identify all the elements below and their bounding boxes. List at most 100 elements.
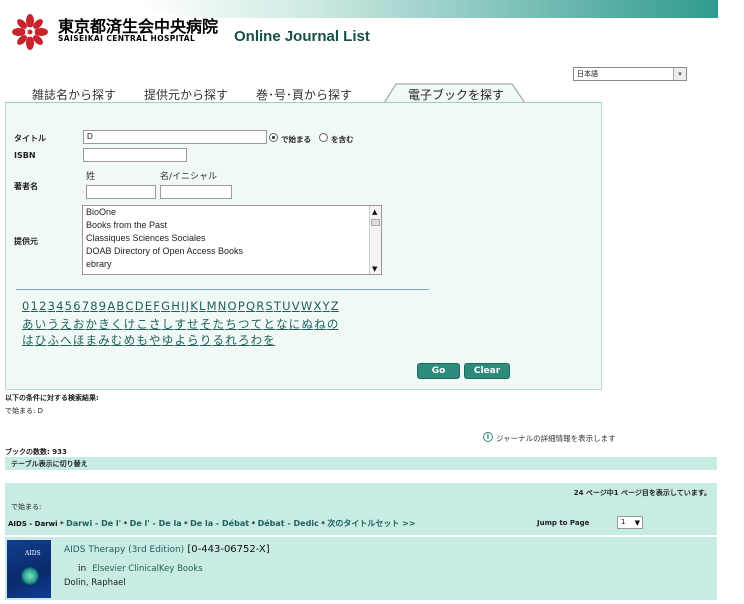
info-label[interactable]: ジャーナルの詳細情報を表示します [496, 433, 616, 444]
kana-link-15[interactable]: た [213, 317, 225, 331]
book-title-link[interactable]: AIDS Therapy (3rd Edition) [64, 545, 184, 555]
scroll-up-icon[interactable]: ▲ [372, 208, 377, 216]
kana-link-b-17[interactable]: ろ [238, 333, 250, 347]
kana-link-23[interactable]: ね [314, 317, 326, 331]
info-icon[interactable]: i [483, 432, 493, 442]
alpha-link-5[interactable]: 5 [65, 299, 73, 313]
kana-link-10[interactable]: さ [149, 317, 161, 331]
book-provider-link[interactable]: Elsevier ClinicalKey Books [92, 564, 203, 574]
kana-link-b-11[interactable]: ゆ [162, 333, 174, 347]
alpha-link-23[interactable]: N [218, 299, 227, 313]
alpha-link-25[interactable]: P [238, 299, 245, 313]
alpha-link-7[interactable]: 7 [82, 299, 90, 313]
alpha-link-34[interactable]: Y [323, 299, 330, 313]
alpha-link-10[interactable]: A [107, 299, 115, 313]
alpha-link-33[interactable]: X [313, 299, 321, 313]
kana-link-4[interactable]: お [73, 317, 85, 331]
kana-link-21[interactable]: に [289, 317, 301, 331]
alpha-link-18[interactable]: I [181, 299, 185, 313]
kana-link-11[interactable]: し [162, 317, 174, 331]
book-cover-image[interactable]: AIDS [7, 540, 51, 598]
alpha-link-13[interactable]: D [135, 299, 144, 313]
provider-option[interactable]: ebrary [83, 258, 381, 271]
alpha-link-12[interactable]: C [125, 299, 133, 313]
kana-link-0[interactable]: あ [22, 317, 34, 331]
kana-link-2[interactable]: う [47, 317, 59, 331]
kana-link-1[interactable]: い [35, 317, 47, 331]
alpha-link-31[interactable]: V [292, 299, 300, 313]
title-input[interactable]: D [83, 130, 267, 144]
kana-link-16[interactable]: ち [225, 317, 237, 331]
kana-link-b-18[interactable]: わ [251, 333, 263, 347]
kana-link-8[interactable]: け [124, 317, 136, 331]
kana-link-b-12[interactable]: よ [174, 333, 186, 347]
kana-link-b-10[interactable]: や [149, 333, 161, 347]
scroll-down-icon[interactable]: ▼ [372, 265, 377, 273]
kana-link-3[interactable]: え [60, 317, 72, 331]
alpha-link-32[interactable]: W [301, 299, 313, 313]
range-link[interactable]: Débat - Dedic [258, 519, 319, 528]
alpha-link-24[interactable]: O [228, 299, 237, 313]
alpha-link-30[interactable]: U [282, 299, 291, 313]
alpha-link-28[interactable]: S [265, 299, 273, 313]
range-link[interactable]: De la - Débat [190, 519, 249, 528]
alpha-link-15[interactable]: F [153, 299, 160, 313]
provider-scrollbar[interactable]: ▲ ▼ [369, 206, 381, 274]
kana-link-17[interactable]: つ [238, 317, 250, 331]
table-toggle-bar[interactable]: テーブル表示に切り替え [5, 457, 717, 470]
tab-provider[interactable]: 提供元から探す [144, 86, 228, 103]
provider-option[interactable]: Classiques Sciences Sociales [83, 232, 381, 245]
kana-link-b-2[interactable]: ふ [47, 333, 59, 347]
kana-link-5[interactable]: か [86, 317, 98, 331]
range-link[interactable]: De l' - De la [130, 519, 182, 528]
go-button[interactable]: Go [417, 363, 460, 379]
alpha-link-8[interactable]: 8 [90, 299, 98, 313]
range-link[interactable]: Darwi - De l' [66, 519, 121, 528]
kana-link-b-4[interactable]: ほ [73, 333, 85, 347]
kana-link-b-9[interactable]: も [136, 333, 148, 347]
alpha-link-20[interactable]: K [190, 299, 198, 313]
alpha-link-21[interactable]: L [199, 299, 206, 313]
alpha-link-27[interactable]: R [256, 299, 264, 313]
alpha-link-11[interactable]: B [116, 299, 124, 313]
kana-link-20[interactable]: な [276, 317, 288, 331]
provider-option[interactable]: BioOne [83, 206, 381, 219]
alpha-link-9[interactable]: 9 [99, 299, 107, 313]
kana-link-13[interactable]: せ [187, 317, 199, 331]
tab-journal-name[interactable]: 雑誌名から探す [32, 86, 116, 103]
alpha-link-4[interactable]: 4 [56, 299, 64, 313]
alpha-link-0[interactable]: 0 [22, 299, 30, 313]
kana-link-19[interactable]: と [263, 317, 275, 331]
provider-listbox[interactable]: BioOne Books from the Past Classiques Sc… [82, 205, 382, 275]
provider-option[interactable]: Books from the Past [83, 219, 381, 232]
kana-link-b-19[interactable]: を [263, 333, 275, 347]
scroll-thumb[interactable] [371, 219, 380, 226]
kana-link-b-7[interactable]: む [111, 333, 123, 347]
provider-option[interactable]: DOAB Directory of Open Access Books [83, 245, 381, 258]
tab-ebooks[interactable]: 電子ブックを探す [384, 83, 526, 103]
kana-link-18[interactable]: て [251, 317, 263, 331]
clear-button[interactable]: Clear [464, 363, 510, 379]
alpha-link-22[interactable]: M [207, 299, 217, 313]
alpha-link-35[interactable]: Z [331, 299, 339, 313]
kana-link-b-14[interactable]: り [200, 333, 212, 347]
starts-with-radio[interactable] [269, 133, 278, 142]
surname-input[interactable] [86, 185, 156, 199]
alpha-link-3[interactable]: 3 [48, 299, 56, 313]
isbn-input[interactable] [83, 148, 187, 162]
kana-link-b-0[interactable]: は [22, 333, 34, 347]
kana-link-b-8[interactable]: め [124, 333, 136, 347]
kana-link-b-16[interactable]: れ [225, 333, 237, 347]
alpha-link-6[interactable]: 6 [73, 299, 81, 313]
kana-link-b-1[interactable]: ひ [35, 333, 47, 347]
language-select[interactable]: 日本語 ▾ [573, 67, 687, 81]
next-set-link[interactable]: 次のタイトルセット >> [327, 519, 415, 528]
alpha-link-26[interactable]: Q [246, 299, 255, 313]
kana-link-b-15[interactable]: る [213, 333, 225, 347]
alpha-link-17[interactable]: H [171, 299, 180, 313]
alpha-link-19[interactable]: J [186, 299, 190, 313]
alpha-link-14[interactable]: E [145, 299, 152, 313]
tab-volume-issue-page[interactable]: 巻･号･頁から探す [256, 86, 352, 103]
kana-link-b-3[interactable]: へ [60, 333, 72, 347]
kana-link-12[interactable]: す [174, 317, 186, 331]
